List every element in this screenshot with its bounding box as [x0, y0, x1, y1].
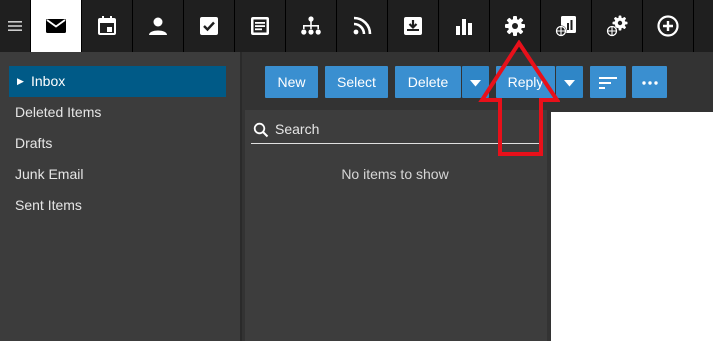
hamburger-menu-icon[interactable]: [0, 0, 31, 52]
sort-button[interactable]: [590, 66, 626, 98]
new-button-label: New: [277, 74, 306, 90]
top-nav-bar: [0, 0, 713, 52]
rss-icon: [353, 16, 372, 35]
caret-right-icon[interactable]: ▶: [17, 66, 24, 97]
note-icon: [251, 17, 269, 35]
folder-label: Junk Email: [15, 166, 84, 182]
new-button[interactable]: New: [265, 66, 318, 98]
plus-circle-icon: [657, 15, 679, 37]
search-label: Search: [275, 121, 320, 137]
nav-mail[interactable]: [31, 0, 82, 52]
globe-gear-icon: [606, 15, 628, 37]
search-icon: [253, 122, 269, 138]
nav-contacts[interactable]: [133, 0, 184, 52]
nav-add[interactable]: [643, 0, 694, 52]
nav-notes[interactable]: [235, 0, 286, 52]
calendar-icon: [98, 16, 116, 35]
folder-sent-items[interactable]: Sent Items: [0, 190, 240, 221]
chevron-down-icon: [564, 79, 575, 87]
sort-icon: [599, 77, 617, 90]
org-chart-icon: [301, 16, 321, 35]
select-button[interactable]: Select: [325, 66, 388, 98]
folder-inbox[interactable]: ▶ Inbox: [9, 66, 226, 97]
envelope-icon: [46, 19, 66, 33]
bar-chart-icon: [456, 19, 472, 35]
nav-feeds[interactable]: [337, 0, 388, 52]
folder-label: Drafts: [15, 135, 53, 151]
folder-drafts[interactable]: Drafts: [0, 128, 240, 159]
nav-calendar[interactable]: [82, 0, 133, 52]
gear-icon: [505, 16, 525, 36]
nav-archive[interactable]: [388, 0, 439, 52]
nav-tasks[interactable]: [184, 0, 235, 52]
folder-label: Sent Items: [15, 197, 82, 213]
checkbox-icon: [200, 17, 218, 35]
ellipsis-icon: [641, 81, 658, 85]
folder-label: Inbox: [31, 73, 66, 89]
nav-organization[interactable]: [286, 0, 337, 52]
folder-deleted-items[interactable]: Deleted Items: [0, 97, 240, 128]
more-options-button[interactable]: [632, 66, 667, 98]
person-icon: [149, 17, 167, 35]
download-tray-icon: [404, 17, 422, 35]
select-button-label: Select: [337, 74, 376, 90]
empty-list-message: No items to show: [341, 166, 449, 182]
globe-report-icon: [555, 16, 576, 37]
delete-button[interactable]: Delete: [395, 66, 461, 98]
folder-sidebar: ▶ Inbox Deleted Items Drafts Junk Email …: [0, 52, 242, 341]
annotation-arrow: [478, 40, 560, 156]
reply-dropdown-button[interactable]: [556, 66, 583, 98]
nav-domain-settings[interactable]: [592, 0, 643, 52]
delete-button-label: Delete: [407, 74, 449, 90]
folder-junk-email[interactable]: Junk Email: [0, 159, 240, 190]
reading-pane: [551, 112, 713, 341]
folder-label: Deleted Items: [15, 104, 102, 120]
